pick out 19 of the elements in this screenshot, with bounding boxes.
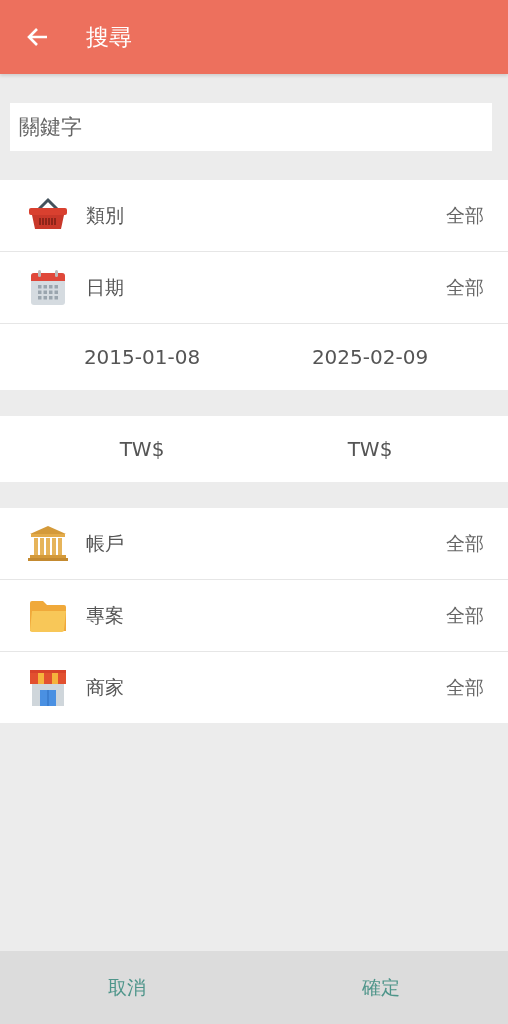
filter-value[interactable]: 全部 [446, 530, 484, 557]
filter-value[interactable]: 全部 [446, 202, 484, 229]
filter-label: 日期 [86, 274, 125, 300]
bank-icon [28, 523, 68, 564]
filter-label: 類別 [86, 202, 125, 228]
filter-label: 商家 [86, 674, 125, 700]
keyword-field[interactable]: 關鍵字 [10, 103, 492, 151]
filter-label: 帳戶 [86, 530, 125, 556]
filter-label: 專案 [86, 602, 125, 628]
filter-value[interactable]: 全部 [446, 674, 484, 701]
filter-value[interactable]: 全部 [446, 274, 484, 301]
filter-value[interactable]: 全部 [446, 602, 484, 629]
page-title: 搜尋 [86, 22, 132, 52]
range-end[interactable]: 2025-02-09 [256, 345, 484, 369]
range-start[interactable]: TW$ [28, 437, 256, 461]
range-end[interactable]: TW$ [256, 437, 484, 461]
range-start[interactable]: 2015-01-08 [28, 345, 256, 369]
store-icon [28, 667, 68, 708]
calendar-icon [28, 267, 68, 308]
